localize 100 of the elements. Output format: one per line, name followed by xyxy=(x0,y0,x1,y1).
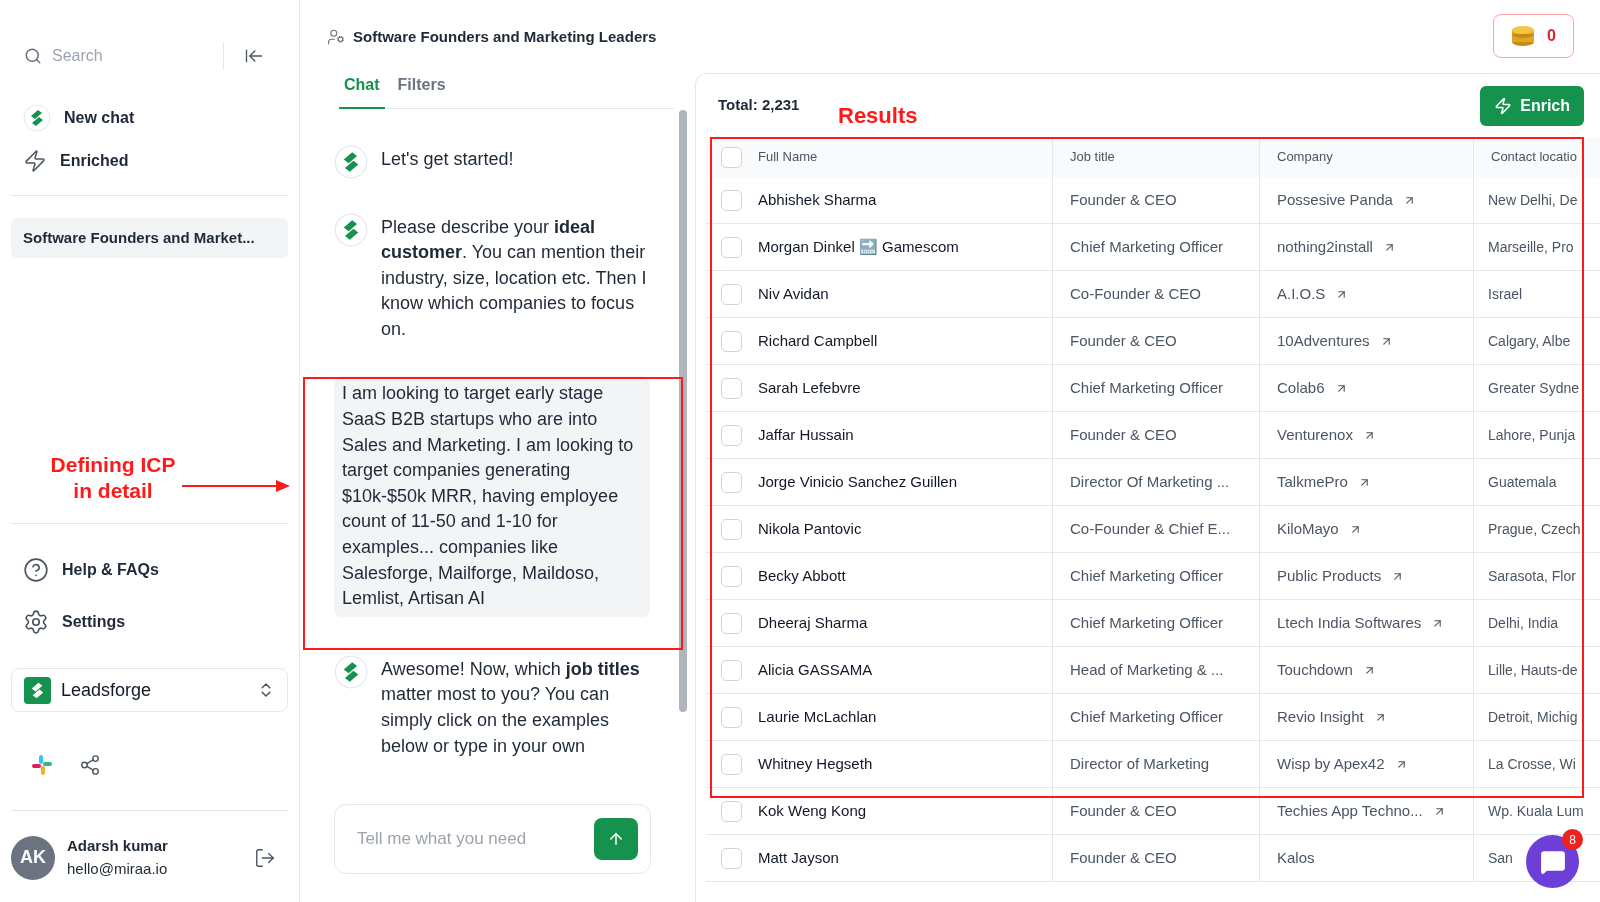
table-cell-text: Prague, Czech xyxy=(1488,519,1581,539)
row-checkbox[interactable] xyxy=(720,800,742,822)
table-cell-text: Chief Marketing Officer xyxy=(1070,236,1224,257)
table-cell-text: Sarasota, Flor xyxy=(1488,566,1576,586)
table-cell-text: Techies App Techno... xyxy=(1277,800,1423,821)
row-checkbox[interactable] xyxy=(720,565,742,587)
table-cell-text: Greater Sydne xyxy=(1488,378,1580,398)
send-button[interactable] xyxy=(594,818,638,860)
table-cell-text: San xyxy=(1488,848,1513,868)
logout-icon[interactable] xyxy=(254,846,276,869)
row-checkbox[interactable] xyxy=(720,471,742,493)
table-cell-text: La Crosse, Wi xyxy=(1488,754,1576,774)
column-header: Full Name xyxy=(758,148,818,167)
table-cell-text: Laurie McLachlan xyxy=(758,706,877,727)
table-cell-text: Dheeraj Sharma xyxy=(758,612,868,633)
table-cell-text: Kok Weng Kong xyxy=(758,800,867,821)
table-cell-text: Niv Avidan xyxy=(758,283,829,304)
table-cell-text: Lille, Hauts-de xyxy=(1488,660,1578,680)
table-cell-text: Abhishek Sharma xyxy=(758,189,877,210)
table-cell-text: Detroit, Michig xyxy=(1488,707,1578,727)
annotation-label: Results xyxy=(838,102,918,130)
sidebar-nav-item[interactable]: Help & FAQs xyxy=(62,558,159,582)
row-checkbox[interactable] xyxy=(720,847,742,869)
table-cell-text: A.I.O.S xyxy=(1277,283,1326,304)
row-checkbox[interactable] xyxy=(720,659,742,681)
row-checkbox[interactable] xyxy=(720,518,742,540)
support-chat-button[interactable] xyxy=(1526,835,1579,888)
sidebar-nav-item[interactable]: New chat xyxy=(64,106,135,130)
user-name: Adarsh kumar xyxy=(67,836,169,856)
table-cell-text: Delhi, India xyxy=(1488,613,1559,633)
panel-tab[interactable]: Chat xyxy=(339,72,385,109)
brand-logo-icon xyxy=(24,676,51,704)
row-checkbox[interactable] xyxy=(720,146,742,168)
row-checkbox[interactable] xyxy=(720,424,742,446)
table-cell-text: Head of Marketing & ... xyxy=(1070,659,1224,680)
message-field[interactable]: Tell me what you need xyxy=(357,826,594,852)
scrollbar-thumb[interactable] xyxy=(679,110,687,712)
table-cell-text: Chief Marketing Officer xyxy=(1070,612,1224,633)
panel-tab[interactable]: Filters xyxy=(392,72,451,109)
table-cell-text: Whitney Hegseth xyxy=(758,753,873,774)
search-field[interactable]: Search xyxy=(52,44,202,68)
hashtag-logo-icon[interactable] xyxy=(31,754,53,776)
search-icon xyxy=(24,47,42,65)
table-cell-text: Calgary, Albe xyxy=(1488,331,1571,351)
sidebar-nav-item[interactable]: Settings xyxy=(62,610,126,634)
table-cell-text: Chief Marketing Officer xyxy=(1070,377,1224,398)
table-cell-text: Wp. Kuala Lum xyxy=(1488,801,1584,821)
table-cell-text: Revio Insight xyxy=(1277,706,1364,727)
settings-icon xyxy=(23,609,49,635)
row-checkbox[interactable] xyxy=(720,283,742,305)
table-cell-text: Israel xyxy=(1488,284,1523,304)
table-cell-text: nothing2install xyxy=(1277,236,1373,257)
coins-icon xyxy=(1511,25,1536,47)
row-checkbox[interactable] xyxy=(720,236,742,258)
enrich-button[interactable]: Enrich xyxy=(1480,85,1584,126)
chat-bubble-icon xyxy=(1539,848,1566,875)
table-cell-text: Director of Marketing xyxy=(1070,753,1210,774)
lightning-icon xyxy=(23,149,47,173)
table-cell-text: Nikola Pantovic xyxy=(758,518,862,539)
table-cell-text: Sarah Lefebvre xyxy=(758,377,861,398)
row-checkbox[interactable] xyxy=(720,706,742,728)
help-icon xyxy=(23,557,49,583)
workspace-selector[interactable]: Leadsforge xyxy=(11,668,288,712)
assistant-message: Please describe your ideal customer. You can mention their industry, size, location etc. Then I know which companies to focus on. xyxy=(381,215,648,341)
table-cell-text: Wisp by Apex42 xyxy=(1277,753,1385,774)
row-checkbox[interactable] xyxy=(720,377,742,399)
chat-history-item[interactable]: Software Founders and Market... xyxy=(11,218,288,258)
row-checkbox[interactable] xyxy=(720,189,742,211)
message-composer[interactable]: Tell me what you need xyxy=(334,804,651,874)
table-cell-text: Guatemala xyxy=(1488,472,1557,492)
table-cell-text: Matt Jayson xyxy=(758,847,839,868)
row-checkbox[interactable] xyxy=(720,612,742,634)
sidebar-nav-item[interactable]: Enriched xyxy=(60,149,129,173)
annotation-label: Defining ICP in detail xyxy=(49,452,177,504)
share-icon[interactable] xyxy=(79,754,101,776)
column-header: Contact locatio xyxy=(1491,148,1577,167)
chat-title: Software Founders and Marketing Leaders xyxy=(353,27,657,47)
table-cell-text: Chief Marketing Officer xyxy=(1070,706,1224,727)
user-message: I am looking to target early stage SaaS B2B startups who are into Sales and Marketing. I am looking to target companies generating $10k-$50k MRR, having employee count of 11-50 and 1-10 for examples... companies like Salesforge, Mailforge, Maildoso, Lemlist, Artisan AI xyxy=(334,376,650,617)
table-cell-text: Director Of Marketing ... xyxy=(1070,471,1230,492)
table-cell-text: 10Adventures xyxy=(1277,330,1370,351)
table-cell-text: Richard Campbell xyxy=(758,330,878,351)
table-cell-text: Chief Marketing Officer xyxy=(1070,565,1224,586)
row-checkbox[interactable] xyxy=(720,330,742,352)
table-cell-text: Founder & CEO xyxy=(1070,330,1177,351)
table-cell-text: Touchdown xyxy=(1277,659,1353,680)
table-cell-text: Founder & CEO xyxy=(1070,800,1177,821)
table-cell-text: Ltech India Softwares xyxy=(1277,612,1422,633)
table-cell-text: Public Products xyxy=(1277,565,1382,586)
row-checkbox[interactable] xyxy=(720,753,742,775)
brand-logo-icon xyxy=(334,212,368,247)
audience-icon xyxy=(327,28,345,47)
assistant-message: Let's get started! xyxy=(381,147,515,171)
table-cell-text: Jorge Vinicio Sanchez Guillen xyxy=(758,471,957,492)
credits-button[interactable]: 0 xyxy=(1493,14,1574,58)
results-total: Total: 2,231 xyxy=(718,95,800,116)
table-cell-text: Founder & CEO xyxy=(1070,424,1177,445)
user-avatar: AK xyxy=(11,835,55,880)
lightning-icon xyxy=(1494,96,1513,115)
table-cell-text: Becky Abbott xyxy=(758,565,846,586)
